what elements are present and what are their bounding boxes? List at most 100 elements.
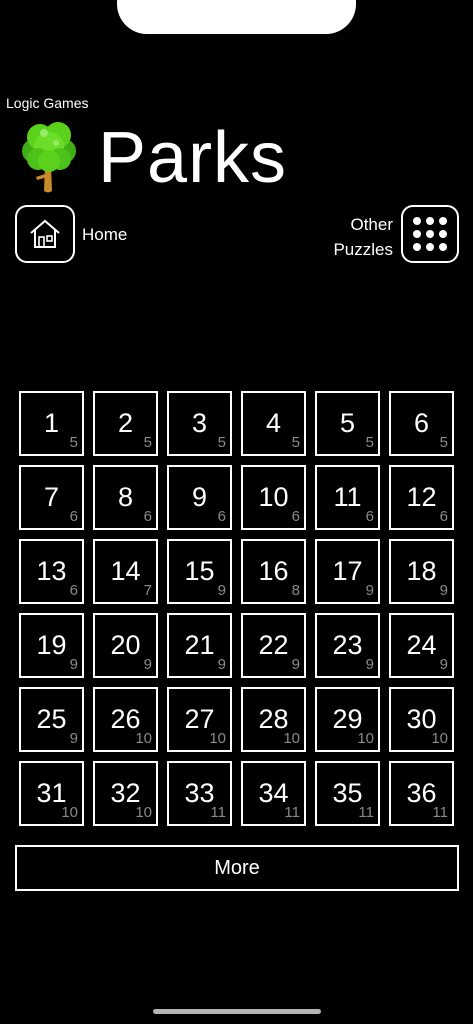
puzzle-size: 5 (143, 434, 152, 451)
puzzle-size: 11 (432, 804, 448, 821)
other-label-line2: Puzzles (333, 240, 393, 259)
puzzle-cell[interactable]: 11 6 (315, 465, 380, 530)
puzzle-number: 17 (332, 556, 363, 586)
puzzle-cell[interactable]: 65 (389, 391, 454, 456)
puzzle-number: 21 (184, 630, 215, 660)
puzzle-size: 6 (217, 508, 226, 525)
puzzle-size: 9 (217, 582, 226, 599)
puzzle-cell[interactable]: 35 11 (315, 761, 380, 826)
puzzle-number: 4 (265, 408, 282, 438)
puzzle-number: 6 (413, 408, 430, 438)
puzzle-cell[interactable]: 31 10 (19, 761, 84, 826)
puzzle-number: 20 (110, 630, 141, 660)
puzzle-size: 10 (209, 730, 226, 747)
puzzle-cell[interactable]: 21 9 (167, 613, 232, 678)
puzzle-number: 22 (258, 630, 289, 660)
grid-icon-dot (413, 230, 421, 238)
puzzle-size: 9 (143, 656, 152, 673)
other-puzzles-button[interactable] (401, 205, 459, 263)
puzzle-cell[interactable]: 76 (19, 465, 84, 530)
home-label[interactable]: Home (82, 225, 127, 245)
grid-icon-dot (439, 243, 447, 251)
grid-icon-dot (413, 243, 421, 251)
puzzle-cell[interactable]: 10 6 (241, 465, 306, 530)
other-puzzles-label[interactable]: Other Puzzles (333, 212, 393, 262)
puzzle-cell[interactable]: 35 (167, 391, 232, 456)
puzzle-cell[interactable]: 32 10 (93, 761, 158, 826)
home-indicator[interactable] (153, 1009, 321, 1014)
puzzle-size: 10 (135, 804, 152, 821)
puzzle-cell[interactable]: 29 10 (315, 687, 380, 752)
puzzle-number: 15 (184, 556, 215, 586)
puzzle-size: 10 (357, 730, 374, 747)
puzzle-cell[interactable]: 22 9 (241, 613, 306, 678)
puzzle-cell[interactable]: 30 10 (389, 687, 454, 752)
puzzle-size: 10 (431, 730, 448, 747)
grid-icon-dot (426, 230, 434, 238)
page-title: Parks (98, 118, 288, 198)
puzzle-size: 9 (439, 656, 448, 673)
puzzle-cell[interactable]: 14 7 (93, 539, 158, 604)
puzzle-number: 9 (191, 482, 208, 512)
puzzle-number: 19 (36, 630, 67, 660)
puzzle-size: 6 (291, 508, 300, 525)
phone-screen: Logic Games Parks Home Other Puzzles 1 5… (0, 0, 473, 1024)
puzzle-size: 9 (439, 582, 448, 599)
puzzle-size: 7 (143, 582, 152, 599)
home-button[interactable] (15, 205, 75, 263)
puzzle-cell[interactable]: 15 9 (167, 539, 232, 604)
puzzle-cell[interactable]: 34 11 (241, 761, 306, 826)
puzzle-cell[interactable]: 33 11 (167, 761, 232, 826)
puzzle-cell[interactable]: 24 9 (389, 613, 454, 678)
puzzle-cell[interactable]: 55 (315, 391, 380, 456)
puzzle-cell[interactable]: 27 10 (167, 687, 232, 752)
puzzle-number: 2 (117, 408, 134, 438)
puzzle-cell[interactable]: 86 (93, 465, 158, 530)
puzzle-size: 9 (69, 656, 78, 673)
puzzle-size: 9 (69, 730, 78, 747)
puzzle-cell[interactable]: 12 6 (389, 465, 454, 530)
puzzle-cell[interactable]: 13 6 (19, 539, 84, 604)
puzzle-number: 13 (36, 556, 67, 586)
home-icon (30, 219, 60, 248)
puzzle-size: 6 (143, 508, 152, 525)
puzzle-number: 25 (36, 704, 67, 734)
puzzle-cell[interactable]: 25 (93, 391, 158, 456)
puzzle-number: 16 (258, 556, 289, 586)
other-label-line1: Other (350, 215, 393, 234)
puzzle-size: 9 (217, 656, 226, 673)
puzzle-number: 24 (406, 630, 437, 660)
puzzle-cell[interactable]: 15 (19, 391, 84, 456)
puzzle-size: 10 (283, 730, 300, 747)
puzzle-cell[interactable]: 45 (241, 391, 306, 456)
tree-icon (22, 122, 76, 193)
puzzle-cell[interactable]: 16 8 (241, 539, 306, 604)
puzzle-size: 6 (439, 508, 448, 525)
puzzle-size: 11 (210, 804, 226, 821)
puzzle-size: 9 (291, 656, 300, 673)
puzzle-size: 6 (365, 508, 374, 525)
more-button[interactable]: More (15, 845, 459, 891)
puzzle-number: 7 (43, 482, 60, 512)
puzzle-size: 6 (69, 582, 78, 599)
title-row: Parks (18, 118, 287, 198)
puzzle-cell[interactable]: 18 9 (389, 539, 454, 604)
puzzle-cell[interactable]: 26 10 (93, 687, 158, 752)
puzzle-cell[interactable]: 23 9 (315, 613, 380, 678)
puzzle-cell[interactable]: 17 9 (315, 539, 380, 604)
puzzle-cell[interactable]: 36 11 (389, 761, 454, 826)
puzzle-number: 11 (333, 482, 362, 512)
puzzle-cell[interactable]: 25 9 (19, 687, 84, 752)
grid-icon-dot (426, 217, 434, 225)
puzzle-size: 5 (291, 434, 300, 451)
puzzle-number: 8 (117, 482, 134, 512)
puzzle-number: 14 (110, 556, 141, 586)
puzzle-number: 12 (406, 482, 437, 512)
puzzle-size: 5 (439, 434, 448, 451)
puzzle-cell[interactable]: 28 10 (241, 687, 306, 752)
grid-icon (413, 217, 421, 225)
puzzle-cell[interactable]: 96 (167, 465, 232, 530)
puzzle-cell[interactable]: 19 9 (19, 613, 84, 678)
grid-icon-dot (426, 243, 434, 251)
puzzle-cell[interactable]: 20 9 (93, 613, 158, 678)
